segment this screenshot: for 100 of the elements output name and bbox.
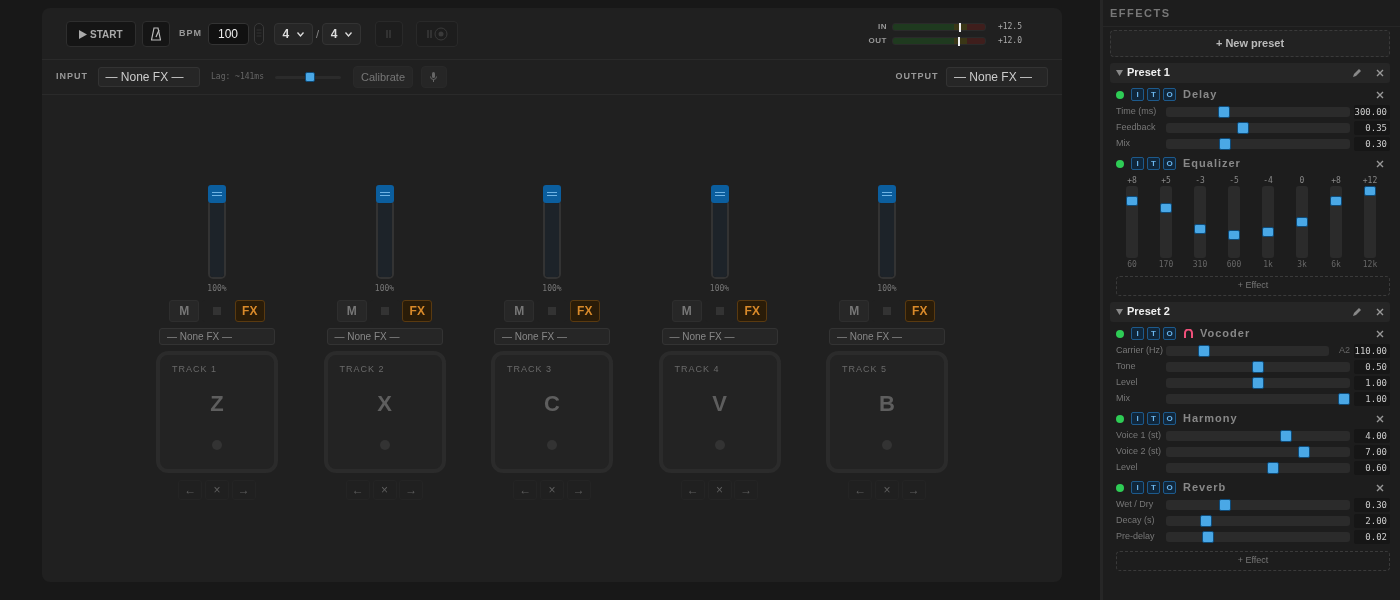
track-fx-select[interactable]: — None FX —: [326, 328, 443, 345]
slider[interactable]: [1166, 138, 1350, 149]
fx-button[interactable]: FX: [402, 300, 433, 322]
routing-button[interactable]: T: [1147, 412, 1160, 425]
slider[interactable]: [1166, 462, 1350, 473]
pad-button[interactable]: ←: [513, 480, 538, 500]
band-slider[interactable]: [1330, 185, 1342, 258]
band-slider[interactable]: [1364, 185, 1376, 258]
close-icon[interactable]: [1376, 414, 1384, 423]
slider-thumb[interactable]: [1252, 360, 1264, 373]
slider-thumb[interactable]: [1200, 514, 1213, 527]
close-icon[interactable]: [1376, 483, 1384, 492]
close-icon[interactable]: [1376, 159, 1384, 168]
pad-button[interactable]: ←: [178, 480, 203, 500]
output-fx-select[interactable]: — None FX —: [946, 67, 1048, 87]
track-fx-select[interactable]: — None FX —: [159, 328, 275, 345]
close-icon[interactable]: [1376, 90, 1384, 99]
slider[interactable]: [1166, 430, 1350, 441]
routing-button[interactable]: O: [1163, 88, 1176, 101]
pad-button[interactable]: ×: [205, 480, 229, 500]
track-fx-select[interactable]: — None FX —: [829, 328, 945, 345]
close-icon[interactable]: [1376, 68, 1384, 77]
mute-button[interactable]: M: [336, 300, 367, 322]
routing-button[interactable]: O: [1163, 412, 1176, 425]
pad-button[interactable]: ×: [540, 480, 564, 500]
edit-icon[interactable]: [1352, 306, 1362, 317]
pad-button[interactable]: ←: [848, 480, 873, 500]
routing-button[interactable]: T: [1147, 481, 1160, 494]
calibrate-button[interactable]: Calibrate: [353, 66, 413, 88]
slider-thumb[interactable]: [1279, 429, 1292, 442]
fx-button[interactable]: FX: [904, 300, 935, 322]
fader-thumb[interactable]: [878, 185, 896, 203]
slider[interactable]: [1166, 345, 1329, 356]
slider[interactable]: [1166, 122, 1350, 133]
trigger-pad[interactable]: TRACK 2 X: [323, 351, 446, 473]
fader-thumb[interactable]: [208, 185, 226, 203]
fader-thumb[interactable]: [375, 185, 394, 203]
trigger-pad[interactable]: TRACK 4 V: [658, 351, 781, 473]
fx-button[interactable]: FX: [234, 300, 265, 322]
pad-button[interactable]: ×: [372, 480, 397, 500]
enable-dot[interactable]: [1116, 414, 1124, 423]
close-icon[interactable]: [1376, 307, 1384, 316]
add-effect-button[interactable]: + Effect: [1116, 550, 1390, 571]
slider-thumb[interactable]: [1338, 392, 1350, 405]
collapse-toggle-icon[interactable]: [1116, 69, 1123, 76]
slider-thumb[interactable]: [304, 71, 315, 82]
add-effect-button[interactable]: + Effect: [1116, 275, 1390, 296]
slider-thumb[interactable]: [1217, 105, 1230, 118]
slider-thumb[interactable]: [1219, 137, 1232, 150]
slider[interactable]: [1166, 515, 1350, 526]
routing-button[interactable]: I: [1131, 88, 1144, 101]
trigger-pad[interactable]: TRACK 3 C: [491, 351, 613, 473]
band-slider[interactable]: [1194, 185, 1206, 258]
slider-thumb[interactable]: [1262, 227, 1274, 238]
new-preset-button[interactable]: + New preset: [1110, 29, 1390, 57]
close-icon[interactable]: [1376, 329, 1384, 338]
slider[interactable]: [1166, 446, 1350, 457]
fader-thumb[interactable]: [710, 185, 729, 203]
slider-thumb[interactable]: [1126, 196, 1138, 207]
edit-icon[interactable]: [1352, 67, 1362, 78]
input-fx-select[interactable]: — None FX —: [97, 67, 200, 87]
fx-button[interactable]: FX: [569, 300, 600, 322]
band-slider[interactable]: [1296, 185, 1308, 258]
pad-button[interactable]: ×: [875, 480, 899, 500]
mute-button[interactable]: M: [504, 300, 535, 322]
slider[interactable]: [1166, 377, 1350, 388]
pad-button[interactable]: →: [566, 480, 591, 500]
pad-button[interactable]: ←: [345, 480, 370, 500]
slider-thumb[interactable]: [1160, 203, 1172, 214]
slider[interactable]: [1166, 531, 1350, 542]
slider[interactable]: [1166, 393, 1350, 404]
slider-thumb[interactable]: [1364, 185, 1376, 196]
routing-button[interactable]: O: [1163, 157, 1176, 170]
slider-thumb[interactable]: [1202, 530, 1215, 543]
band-slider[interactable]: [1262, 185, 1274, 258]
slider-thumb[interactable]: [1236, 121, 1249, 134]
track-fx-select[interactable]: — None FX —: [661, 328, 778, 345]
pad-button[interactable]: →: [901, 480, 926, 500]
band-slider[interactable]: [1160, 185, 1172, 258]
slider[interactable]: [1166, 361, 1350, 372]
routing-button[interactable]: T: [1147, 157, 1160, 170]
routing-button[interactable]: T: [1147, 327, 1160, 340]
routing-button[interactable]: T: [1147, 88, 1160, 101]
slider-thumb[interactable]: [1197, 344, 1210, 357]
pad-button[interactable]: ←: [680, 480, 705, 500]
bpm-field[interactable]: 100: [207, 23, 249, 45]
band-slider[interactable]: [1126, 185, 1138, 258]
beats-select[interactable]: 4: [273, 23, 314, 45]
slider-thumb[interactable]: [1228, 229, 1240, 240]
slider[interactable]: [1166, 499, 1350, 510]
slider-thumb[interactable]: [1267, 461, 1280, 474]
mute-button[interactable]: M: [839, 300, 870, 322]
slider-thumb[interactable]: [1219, 498, 1232, 511]
trigger-pad[interactable]: TRACK 1 Z: [156, 351, 278, 473]
pad-button[interactable]: →: [734, 480, 759, 500]
enable-dot[interactable]: [1116, 483, 1124, 492]
slider-thumb[interactable]: [1194, 223, 1206, 234]
track-fx-select[interactable]: — None FX —: [494, 328, 610, 345]
pad-button[interactable]: →: [399, 480, 424, 500]
mute-button[interactable]: M: [671, 300, 702, 322]
